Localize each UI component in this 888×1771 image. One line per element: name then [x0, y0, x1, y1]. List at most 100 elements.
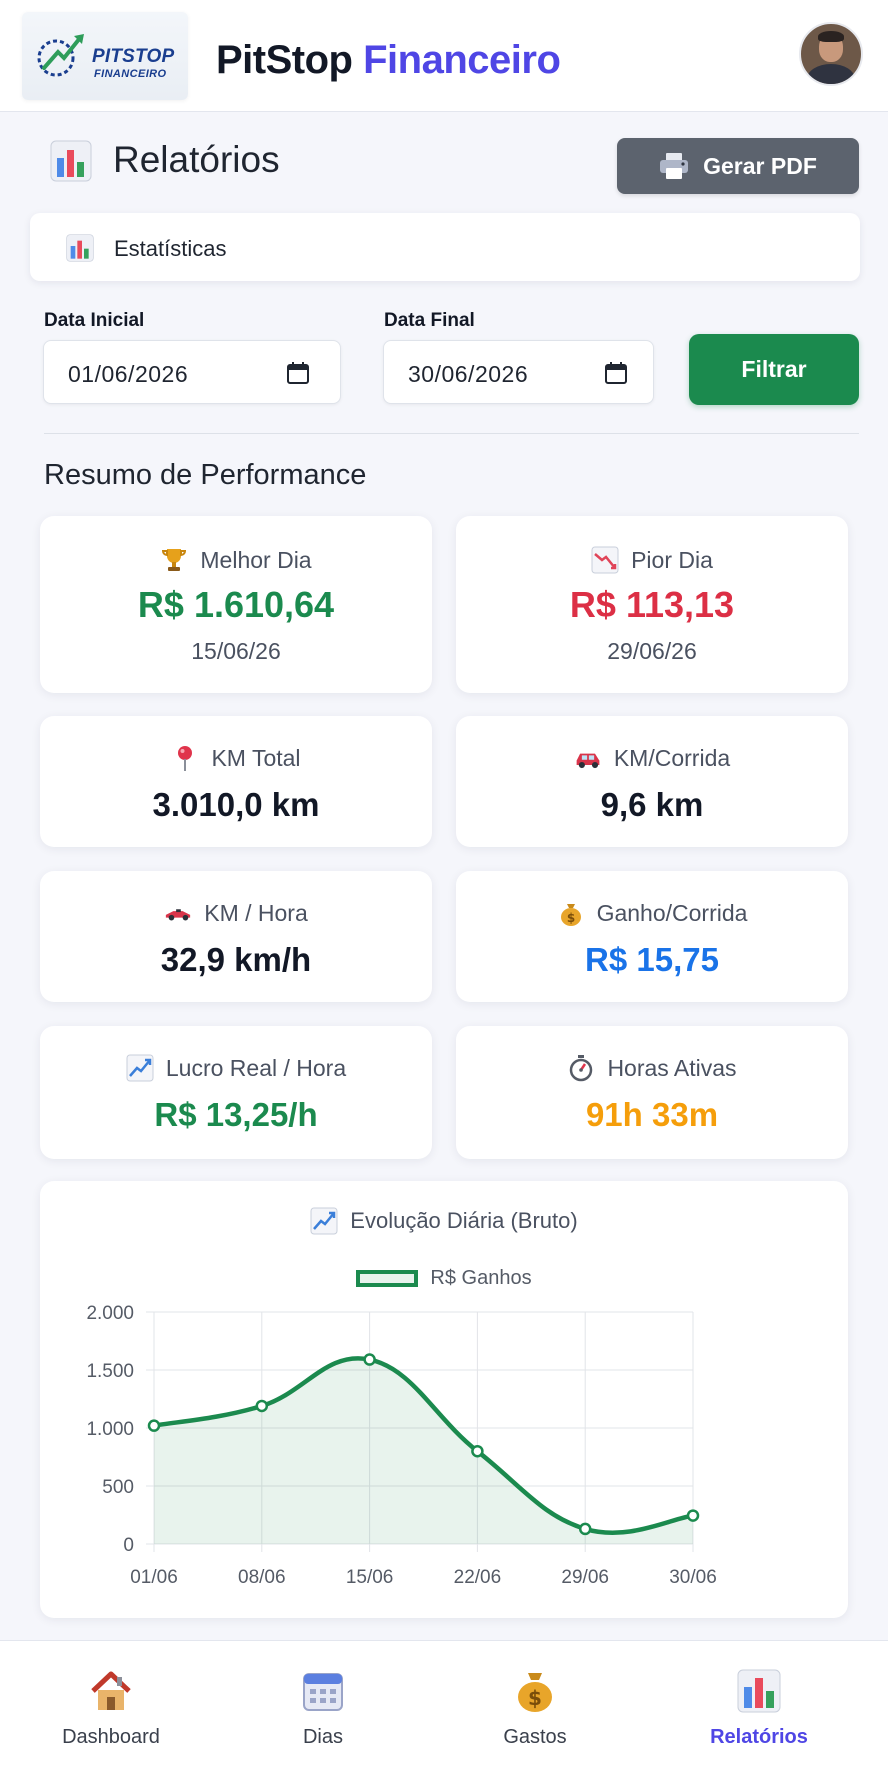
brand-title: PitStop Financeiro — [216, 36, 561, 84]
data-point — [686, 1509, 700, 1522]
profit-per-hour-label: Lucro Real / Hora — [165, 1054, 347, 1081]
active-hours-label: Horas Ativas — [607, 1054, 737, 1081]
y-tick-label: 1.000 — [86, 1419, 134, 1440]
y-tick-label: 0 — [123, 1535, 134, 1556]
brand-title-part2: Financeiro — [363, 38, 561, 82]
start-date-input[interactable]: 01/06/2026 — [43, 340, 341, 404]
km-total-header: KM Total — [40, 744, 432, 772]
logo-text-line2: FINANCEIRO — [94, 68, 167, 80]
profit-per-hour-value: R$ 13,25/h — [154, 1096, 318, 1133]
svg-text:$: $ — [566, 911, 574, 925]
brand-title-part1: PitStop — [216, 38, 353, 82]
trophy-icon — [160, 546, 188, 574]
bar-chart-icon — [50, 140, 92, 182]
earn-per-ride-label: Ganho/Corrida — [596, 899, 748, 926]
tab-statistics[interactable]: Estatísticas — [30, 213, 860, 281]
start-date-value: 01/06/2026 — [68, 361, 189, 387]
race-car-icon — [164, 899, 192, 927]
logo-mark-icon — [37, 34, 84, 77]
performance-summary-title: Resumo de Performance — [44, 459, 367, 491]
km-per-ride-value: 9,6 km — [600, 786, 704, 823]
nav-label-days: Dias — [302, 1726, 343, 1748]
km-per-ride-card: KM/Corrida 9,6 km — [456, 716, 848, 847]
generate-pdf-button[interactable]: Gerar PDF — [617, 138, 859, 194]
earn-per-ride-card: $ Ganho/Corrida R$ 15,75 — [456, 871, 848, 1002]
bar-chart-icon — [66, 234, 94, 262]
km-total-card: KM Total 3.010,0 km — [40, 716, 432, 847]
km-per-ride-header: KM/Corrida — [456, 744, 848, 772]
worst-day-value: R$ 113,13 — [569, 584, 735, 625]
house-icon — [91, 1671, 131, 1710]
km-per-ride-label: KM/Corrida — [613, 744, 731, 771]
bar-chart-icon — [737, 1669, 781, 1713]
x-tick-label: 29/06 — [561, 1567, 609, 1588]
avatar-shirt — [807, 64, 855, 84]
money-bag-icon: $ — [557, 899, 585, 927]
generate-pdf-label: Gerar PDF — [703, 152, 817, 179]
printer-icon — [660, 153, 689, 179]
x-tick-label: 01/06 — [130, 1567, 178, 1588]
series-area — [154, 1358, 693, 1544]
chart-increasing-icon — [126, 1054, 154, 1082]
nav-item-expenses[interactable]: $ Gastos — [435, 1641, 635, 1771]
worst-day-header: Pior Dia — [456, 546, 848, 574]
best-day-value: R$ 1.610,64 — [137, 584, 335, 625]
logo-text-line1: PITSTOP — [92, 46, 175, 67]
pin-icon — [171, 744, 199, 772]
avatar-hair — [818, 31, 844, 42]
end-date-input[interactable]: 30/06/2026 — [383, 340, 654, 404]
nav-item-dashboard[interactable]: Dashboard — [11, 1641, 211, 1771]
nav-label-reports: Relatórios — [710, 1726, 808, 1748]
stopwatch-icon — [567, 1054, 595, 1082]
money-bag-icon: $ — [518, 1673, 552, 1712]
calendar-icon[interactable] — [604, 361, 628, 385]
data-point — [578, 1522, 592, 1536]
best-day-label: Melhor Dia — [200, 546, 312, 573]
active-hours-header: Horas Ativas — [456, 1054, 848, 1082]
calendar-icon[interactable] — [286, 361, 310, 385]
user-avatar[interactable] — [799, 22, 863, 86]
best-day-card: Melhor Dia R$ 1.610,64 15/06/26 — [40, 516, 432, 693]
km-per-hour-label: KM / Hora — [204, 899, 308, 926]
car-icon — [574, 744, 602, 772]
profit-per-hour-card: Lucro Real / Hora R$ 13,25/h — [40, 1026, 432, 1159]
nav-item-days[interactable]: Dias — [223, 1641, 423, 1771]
worst-day-date: 29/06/26 — [607, 638, 697, 664]
data-point — [255, 1399, 269, 1413]
km-total-value: 3.010,0 km — [152, 786, 320, 823]
km-per-hour-header: KM / Hora — [40, 899, 432, 927]
y-tick-label: 500 — [102, 1477, 134, 1498]
nav-label-expenses: Gastos — [503, 1726, 567, 1748]
best-day-header: Melhor Dia — [40, 546, 432, 574]
y-tick-label: 2.000 — [86, 1303, 134, 1324]
x-tick-label: 15/06 — [346, 1567, 394, 1588]
page-title: Relatórios — [113, 139, 280, 180]
end-date-value: 30/06/2026 — [408, 361, 529, 387]
bottom-nav: Dashboard Dias $ Gastos Relatórios — [0, 1640, 888, 1771]
nav-label-dashboard: Dashboard — [62, 1726, 160, 1748]
filter-button[interactable]: Filtrar — [689, 334, 859, 405]
km-per-hour-card: KM / Hora 32,9 km/h — [40, 871, 432, 1002]
nav-item-reports[interactable]: Relatórios — [659, 1641, 859, 1771]
app-logo[interactable]: PITSTOP FINANCEIRO — [22, 12, 188, 100]
active-hours-value: 91h 33m — [585, 1096, 719, 1133]
daily-evolution-chart-card: Evolução Diária (Bruto) R$ Ganhos 0 500 1.… — [40, 1181, 848, 1618]
app-header: PITSTOP FINANCEIRO PitStop Financeiro — [0, 0, 888, 112]
km-total-label: KM Total — [211, 744, 301, 771]
tab-statistics-label: Estatísticas — [114, 236, 227, 261]
data-point — [147, 1419, 161, 1432]
start-date-label: Data Inicial — [44, 310, 145, 331]
svg-text:$: $ — [528, 1686, 542, 1710]
y-tick-label: 1.500 — [86, 1361, 134, 1382]
active-hours-card: Horas Ativas 91h 33m — [456, 1026, 848, 1159]
worst-day-label: Pior Dia — [631, 546, 713, 573]
profit-per-hour-header: Lucro Real / Hora — [40, 1054, 432, 1082]
end-date-label: Data Final — [384, 310, 475, 331]
calendar-icon — [303, 1673, 343, 1711]
best-day-date: 15/06/26 — [191, 638, 281, 664]
earn-per-ride-value: R$ 15,75 — [585, 941, 719, 978]
x-tick-label: 08/06 — [238, 1567, 286, 1588]
line-chart: 0 500 1.000 1.500 2.000 01/06 08/06 15/06 22/06 2… — [86, 1303, 716, 1588]
x-tick-label: 22/06 — [454, 1567, 502, 1588]
divider — [44, 433, 859, 434]
